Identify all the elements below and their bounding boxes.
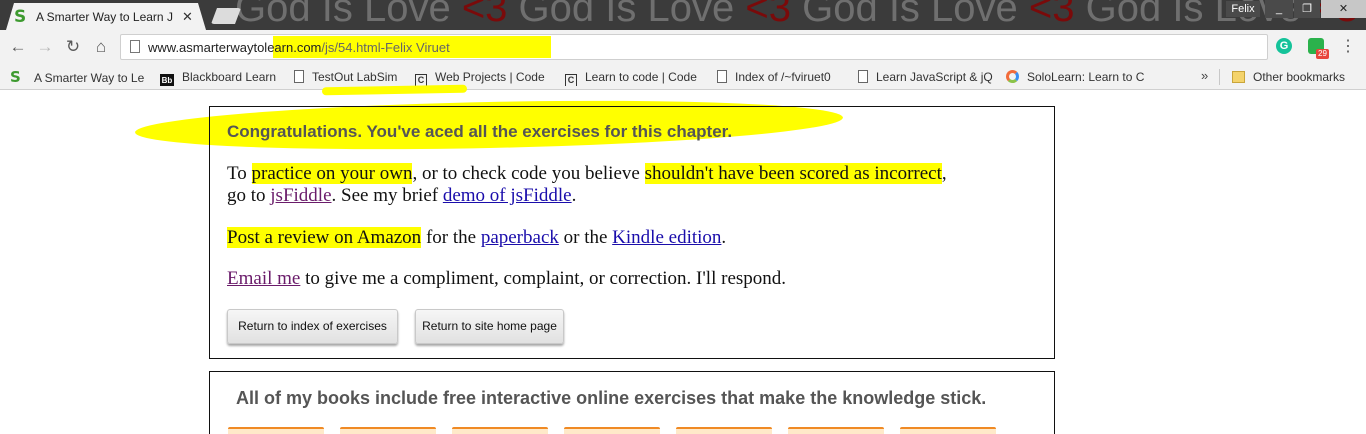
highlighter-scribble — [321, 84, 468, 96]
codecademy-icon: C — [565, 74, 577, 86]
folder-icon — [1232, 71, 1245, 83]
bookmark-item[interactable]: Index of /~fviruet0 — [717, 68, 847, 86]
return-to-home-button[interactable]: Return to site home page — [415, 309, 564, 344]
return-to-index-button[interactable]: Return to index of exercises — [227, 309, 398, 344]
back-button[interactable]: ← — [7, 36, 29, 58]
theme-background-text: God Is Love <3 God Is Love <3 God Is Lov… — [235, 0, 1358, 30]
amazon-book-link[interactable] — [900, 427, 996, 434]
bookmark-item[interactable]: SA Smarter Way to Le — [10, 68, 150, 86]
blackboard-icon: Bb — [160, 74, 174, 86]
bookmark-item[interactable]: TestOut LabSim — [294, 68, 409, 86]
minimize-button[interactable]: _ — [1265, 0, 1293, 18]
bookmark-item[interactable]: C Web Projects | Code — [415, 68, 552, 86]
tab-title: A Smarter Way to Learn J — [36, 9, 173, 24]
practice-paragraph: To practice on your own, or to check cod… — [227, 163, 947, 184]
page-icon — [717, 70, 727, 83]
calendar-badge: 29 — [1316, 49, 1329, 59]
jsfiddle-paragraph: go to jsFiddle. See my brief demo of jsF… — [227, 185, 577, 206]
amazon-book-link[interactable] — [564, 427, 660, 434]
close-window-button[interactable]: ✕ — [1321, 0, 1366, 18]
bookmark-item[interactable]: Learn JavaScript & jQ — [858, 68, 993, 86]
email-paragraph: Email me to give me a compliment, compla… — [227, 268, 787, 289]
other-bookmarks-folder[interactable]: Other bookmarks — [1232, 68, 1362, 86]
page-icon — [858, 70, 868, 83]
amazon-book-link[interactable] — [452, 427, 548, 434]
amazon-book-link[interactable] — [340, 427, 436, 434]
smarter-way-icon: S — [10, 68, 21, 86]
books-heading: All of my books include free interactive… — [236, 388, 987, 408]
profile-button[interactable]: Felix — [1226, 1, 1260, 17]
url-text: www.asmarterwaytolearn.com/js/54.html-Fe… — [148, 40, 450, 55]
codecademy-icon: C — [415, 74, 427, 86]
forward-button[interactable]: → — [34, 36, 56, 58]
page-info-icon[interactable] — [130, 40, 140, 53]
chrome-menu-icon[interactable]: ⋮ — [1340, 36, 1356, 56]
bookmarks-bar: SA Smarter Way to Le Bb Blackboard Learn … — [0, 64, 1366, 90]
window-titlebar: God Is Love <3 God Is Love <3 God Is Lov… — [0, 0, 1366, 30]
email-me-link[interactable]: Email me — [227, 268, 300, 289]
browser-toolbar: ← → ↻ ⌂ www.asmarterwaytolearn.com/js/54… — [0, 30, 1366, 64]
bookmark-item[interactable]: Bb Blackboard Learn — [160, 68, 285, 86]
home-button[interactable]: ⌂ — [90, 36, 112, 58]
restore-button[interactable]: ❐ — [1294, 0, 1320, 18]
page-icon — [294, 70, 304, 83]
bookmarks-divider — [1219, 69, 1220, 85]
reload-button[interactable]: ↻ — [62, 36, 84, 58]
bookmark-item[interactable]: SoloLearn: Learn to C — [1006, 68, 1146, 86]
paperback-link[interactable]: paperback — [481, 227, 559, 248]
tab-close-icon[interactable]: ✕ — [182, 9, 193, 25]
bookmarks-overflow-button[interactable]: » — [1201, 68, 1208, 83]
site-favicon-icon: S — [14, 6, 27, 27]
kindle-link[interactable]: Kindle edition — [612, 227, 721, 248]
bookmark-item[interactable]: C Learn to code | Code — [565, 68, 702, 86]
review-paragraph: Post a review on Amazon for the paperbac… — [227, 227, 727, 248]
address-bar[interactable]: www.asmarterwaytolearn.com/js/54.html-Fe… — [120, 34, 1268, 60]
jsfiddle-link[interactable]: jsFiddle — [270, 185, 331, 206]
grammarly-extension-icon[interactable]: G — [1276, 38, 1292, 54]
browser-tab-active[interactable]: S A Smarter Way to Learn J ✕ — [6, 3, 206, 30]
sololearn-icon — [1006, 70, 1019, 83]
jsfiddle-demo-link[interactable]: demo of jsFiddle — [443, 185, 572, 206]
amazon-book-link[interactable] — [788, 427, 884, 434]
amazon-book-link[interactable] — [676, 427, 772, 434]
congrats-heading: Congratulations. You've aced all the exe… — [227, 122, 733, 141]
amazon-book-link[interactable] — [228, 427, 324, 434]
